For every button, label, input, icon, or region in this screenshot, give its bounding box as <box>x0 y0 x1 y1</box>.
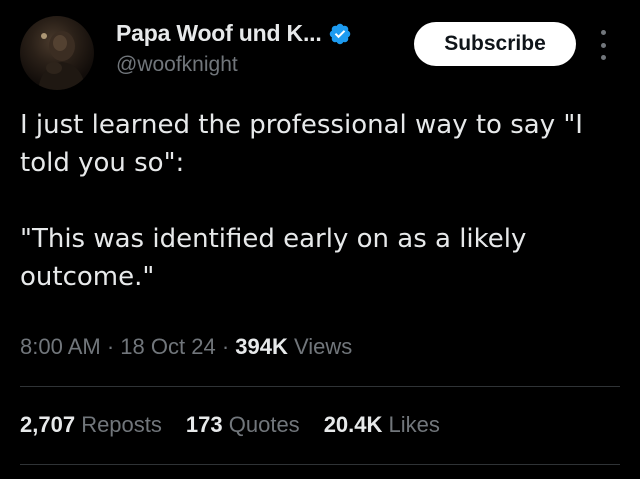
reposts-count: 2,707 <box>20 412 76 437</box>
divider <box>20 386 620 387</box>
tweet-paragraph-2: "This was identified early on as a likel… <box>20 224 527 292</box>
engagement-stats: 2,707 Reposts 173 Quotes 20.4K Likes <box>20 412 464 438</box>
meta-separator: · <box>221 334 230 359</box>
subscribe-button[interactable]: Subscribe <box>414 22 576 66</box>
tweet-text: I just learned the professional way to s… <box>20 106 620 296</box>
likes-label: Likes <box>388 412 440 437</box>
avatar-image <box>38 31 86 90</box>
quotes-count: 173 <box>185 412 223 437</box>
likes-stat[interactable]: 20.4K Likes <box>324 412 440 438</box>
quotes-label: Quotes <box>228 412 300 437</box>
more-dot <box>600 42 606 48</box>
views-count: 394K <box>235 334 288 359</box>
more-dot <box>600 55 606 60</box>
avatar[interactable] <box>20 16 94 90</box>
reposts-label: Reposts <box>81 412 162 437</box>
more-vertical-icon[interactable] <box>594 30 612 60</box>
reposts-stat[interactable]: 2,707 Reposts <box>20 412 162 438</box>
tweet-paragraph-1: I just learned the professional way to s… <box>20 110 583 178</box>
author-handle[interactable]: @woofknight <box>116 53 238 77</box>
author-name-row[interactable]: Papa Woof und K... <box>116 20 352 47</box>
verified-badge-icon <box>328 22 352 46</box>
quotes-stat[interactable]: 173 Quotes <box>186 412 300 438</box>
more-dot <box>600 30 606 35</box>
likes-count: 20.4K <box>323 412 383 437</box>
tweet-date[interactable]: 18 Oct 24 <box>120 334 215 359</box>
tweet-time[interactable]: 8:00 AM <box>20 334 101 359</box>
views-label: Views <box>293 334 353 359</box>
tweet-meta: 8:00 AM · 18 Oct 24 · 394K Views <box>20 334 352 360</box>
divider <box>20 464 620 465</box>
display-name[interactable]: Papa Woof und K... <box>116 20 322 47</box>
meta-separator: · <box>106 334 115 359</box>
